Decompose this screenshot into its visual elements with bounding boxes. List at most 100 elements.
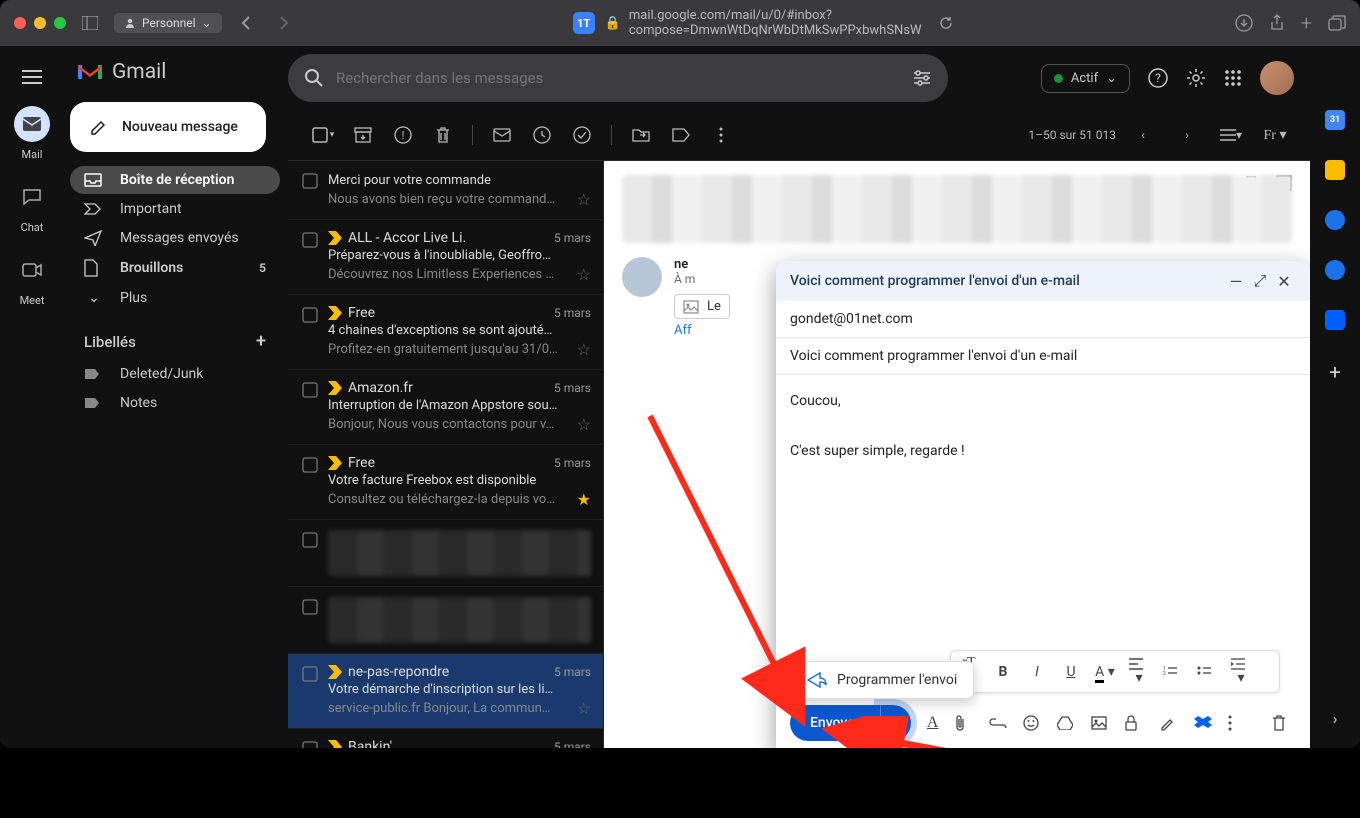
star-icon[interactable]: ☆ bbox=[577, 699, 591, 718]
message-checkbox[interactable] bbox=[302, 305, 318, 359]
discard-draft-icon[interactable] bbox=[1272, 714, 1296, 732]
message-row[interactable]: Free5 mars Votre facture Freebox est dis… bbox=[288, 445, 603, 520]
share-icon[interactable] bbox=[1269, 14, 1285, 32]
tasks-addon-icon[interactable] bbox=[1325, 210, 1345, 230]
message-row[interactable]: Amazon.fr5 mars Interruption de l'Amazon… bbox=[288, 370, 603, 445]
back-button[interactable] bbox=[232, 9, 260, 37]
status-chip[interactable]: Actif ⌄ bbox=[1041, 64, 1130, 93]
help-icon[interactable]: ? bbox=[1148, 68, 1168, 88]
layout-button[interactable]: ▾ bbox=[1214, 118, 1248, 152]
message-row[interactable]: Free5 mars 4 chaines d'exceptions se son… bbox=[288, 295, 603, 370]
numbered-list-button[interactable]: 12 bbox=[1163, 666, 1183, 678]
next-page-button[interactable]: › bbox=[1170, 118, 1204, 152]
rail-meet-button[interactable] bbox=[14, 252, 50, 288]
message-checkbox[interactable] bbox=[302, 230, 318, 284]
reload-button[interactable] bbox=[932, 9, 960, 37]
italic-button[interactable]: I bbox=[1027, 664, 1047, 680]
link-icon[interactable] bbox=[989, 718, 1013, 728]
underline-button[interactable]: U bbox=[1061, 664, 1081, 680]
select-all-checkbox[interactable]: ▾ bbox=[306, 118, 340, 152]
sidebar-item-sent[interactable]: Messages envoyés bbox=[70, 224, 280, 252]
search-box[interactable] bbox=[288, 54, 948, 102]
mark-unread-button[interactable] bbox=[485, 118, 519, 152]
archive-button[interactable] bbox=[346, 118, 380, 152]
more-options-icon[interactable] bbox=[1228, 715, 1252, 731]
rail-chat-button[interactable] bbox=[14, 179, 50, 215]
star-icon[interactable]: ★ bbox=[577, 490, 591, 509]
search-input[interactable] bbox=[336, 69, 900, 87]
compose-subject-field[interactable]: Voici comment programmer l'envoi d'un e-… bbox=[776, 338, 1310, 375]
star-icon[interactable]: ☆ bbox=[577, 265, 591, 284]
move-to-button[interactable] bbox=[624, 118, 658, 152]
snooze-button[interactable] bbox=[525, 118, 559, 152]
account-avatar[interactable] bbox=[1260, 61, 1294, 95]
add-label-button[interactable]: + bbox=[256, 331, 266, 352]
label-notes[interactable]: Notes bbox=[70, 389, 280, 417]
emoji-icon[interactable] bbox=[1023, 715, 1047, 731]
message-row[interactable]: Merci pour votre commande Nous avons bie… bbox=[288, 161, 603, 220]
bullet-list-button[interactable] bbox=[1197, 666, 1217, 678]
contacts-addon-icon[interactable] bbox=[1325, 260, 1345, 280]
prev-page-button[interactable]: ‹ bbox=[1126, 118, 1160, 152]
sidebar-toggle-icon[interactable] bbox=[76, 9, 104, 37]
message-checkbox[interactable] bbox=[302, 530, 318, 576]
expand-compose-button[interactable]: ⤢ bbox=[1248, 271, 1272, 291]
attach-icon[interactable] bbox=[955, 714, 979, 732]
sidebar-item-inbox[interactable]: Boîte de réception bbox=[70, 166, 280, 194]
align-button[interactable]: ▾ bbox=[1129, 658, 1149, 686]
minimize-compose-button[interactable]: — bbox=[1224, 272, 1248, 291]
search-options-icon[interactable] bbox=[912, 70, 932, 86]
close-compose-button[interactable]: ✕ bbox=[1272, 272, 1296, 291]
extension-badge[interactable]: 1T bbox=[573, 12, 595, 34]
labels-button[interactable] bbox=[664, 118, 698, 152]
sidebar-item-drafts[interactable]: Brouillons 5 bbox=[70, 253, 280, 283]
main-menu-button[interactable] bbox=[22, 70, 42, 84]
message-row[interactable] bbox=[288, 520, 603, 587]
keep-addon-icon[interactable] bbox=[1325, 160, 1345, 180]
maximize-window-button[interactable] bbox=[54, 17, 66, 29]
minimize-window-button[interactable] bbox=[34, 17, 46, 29]
dropbox-addon-icon[interactable] bbox=[1325, 310, 1345, 330]
calendar-addon-icon[interactable]: 31 bbox=[1325, 110, 1345, 130]
add-task-button[interactable] bbox=[565, 118, 599, 152]
star-icon[interactable]: ☆ bbox=[577, 340, 591, 359]
rail-mail-button[interactable] bbox=[14, 106, 50, 142]
hide-panel-button[interactable]: › bbox=[1333, 709, 1338, 728]
drive-icon[interactable] bbox=[1057, 716, 1081, 730]
message-row[interactable]: ne-pas-repondre5 mars Votre démarche d'i… bbox=[288, 654, 603, 729]
send-more-button[interactable] bbox=[880, 705, 911, 741]
close-window-button[interactable] bbox=[14, 17, 26, 29]
message-checkbox[interactable] bbox=[302, 664, 318, 718]
label-deleted-junk[interactable]: Deleted/Junk bbox=[70, 360, 280, 388]
star-icon[interactable]: ☆ bbox=[577, 190, 591, 209]
format-toggle-icon[interactable]: A bbox=[921, 714, 945, 732]
message-checkbox[interactable] bbox=[302, 455, 318, 509]
insert-image-icon[interactable] bbox=[1091, 716, 1115, 730]
tabs-icon[interactable] bbox=[1328, 15, 1346, 31]
settings-icon[interactable] bbox=[1186, 68, 1206, 88]
dropbox-icon[interactable] bbox=[1194, 715, 1218, 731]
downloads-icon[interactable] bbox=[1235, 14, 1253, 32]
indent-button[interactable]: ▾ bbox=[1231, 658, 1251, 686]
send-button[interactable]: Envoyer bbox=[790, 705, 880, 741]
message-row[interactable]: Bankin'5 mars ☆ bbox=[288, 729, 603, 748]
spam-button[interactable]: ! bbox=[386, 118, 420, 152]
star-icon[interactable]: ☆ bbox=[577, 415, 591, 434]
delete-button[interactable] bbox=[426, 118, 460, 152]
input-mode-button[interactable]: Fr ▾ bbox=[1258, 118, 1292, 152]
compose-to-field[interactable]: gondet@01net.com bbox=[776, 301, 1310, 338]
message-row[interactable]: ALL - Accor Live Li.5 mars Préparez-vous… bbox=[288, 220, 603, 295]
compose-body[interactable]: Coucou, C'est super simple, regarde ! bbox=[776, 375, 1310, 650]
sidebar-item-more[interactable]: ⌄ Plus bbox=[70, 284, 280, 312]
apps-icon[interactable] bbox=[1224, 69, 1242, 87]
attachment-chip[interactable]: Le bbox=[674, 294, 730, 319]
compose-button[interactable]: Nouveau message bbox=[70, 102, 266, 152]
message-checkbox[interactable] bbox=[302, 380, 318, 434]
bold-button[interactable]: B bbox=[993, 664, 1013, 680]
message-checkbox[interactable] bbox=[302, 171, 318, 209]
signature-icon[interactable] bbox=[1159, 715, 1183, 731]
add-addon-button[interactable]: + bbox=[1329, 360, 1340, 384]
schedule-send-popup[interactable]: Programmer l'envoi bbox=[790, 661, 974, 699]
message-checkbox[interactable] bbox=[302, 739, 318, 748]
forward-button[interactable] bbox=[270, 9, 298, 37]
